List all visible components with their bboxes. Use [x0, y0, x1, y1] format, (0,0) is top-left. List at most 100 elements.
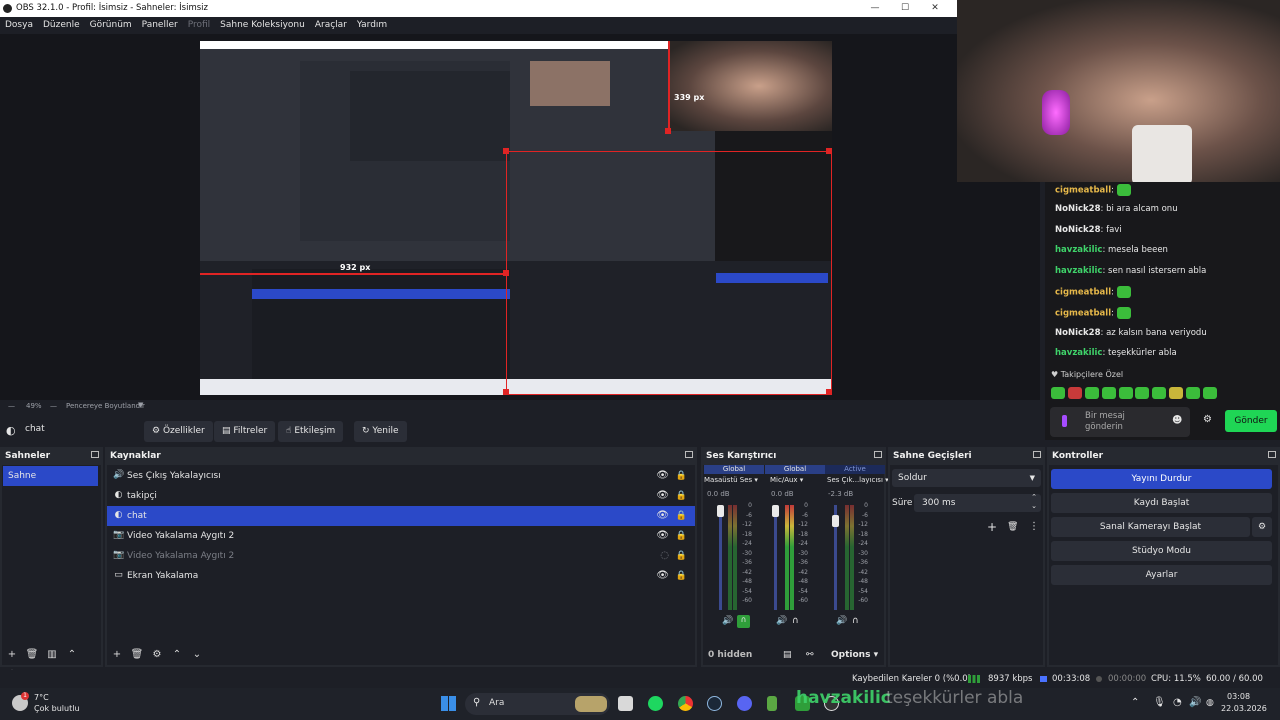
emote-icon[interactable] — [1067, 387, 1082, 399]
program-preview[interactable]: 339 px 932 px — [200, 41, 832, 395]
visibility-icon[interactable]: 👁 — [656, 486, 669, 506]
menu-docks[interactable]: Paneller — [137, 17, 183, 34]
menu-help[interactable]: Yardım — [352, 17, 392, 34]
interact-button[interactable]: ☝ Etkileşim — [278, 421, 344, 442]
filters-button[interactable]: ▤ Filtreler — [214, 421, 276, 442]
send-button[interactable]: Gönder — [1225, 410, 1277, 432]
resize-handle-bl[interactable] — [503, 389, 509, 395]
resize-handle-tl[interactable] — [503, 148, 509, 154]
source-item[interactable]: ◐ takipçi 👁 🔒 — [107, 486, 695, 506]
trash-icon[interactable]: 🗑 — [1007, 522, 1018, 532]
source-item[interactable]: 📷 Video Yakalama Aygıtı 2 ◌ 🔒 — [107, 546, 695, 566]
chevron-up-icon[interactable]: ⌃ — [1131, 697, 1139, 708]
layout-icon[interactable]: ▤ — [783, 645, 792, 665]
emote-icon[interactable] — [1101, 387, 1116, 399]
duration-input[interactable]: 300 ms ⌃ ⌄ — [914, 493, 1041, 512]
float-icon[interactable] — [685, 451, 693, 458]
lock-icon[interactable]: 🔒 — [676, 566, 687, 586]
mute-icon[interactable]: 🔊 — [836, 616, 847, 626]
move-up-icon[interactable]: ⌃ — [62, 645, 82, 665]
visibility-icon[interactable]: 👁 — [656, 526, 669, 546]
clock-date[interactable]: 22.03.2026 — [1221, 704, 1267, 713]
menu-view[interactable]: Görünüm — [85, 17, 137, 34]
menu-tools[interactable]: Araçlar — [310, 17, 352, 34]
zoom-plus-icon[interactable]: — — [50, 402, 57, 410]
options-button[interactable]: Options ▾ — [831, 645, 878, 665]
stop-streaming-button[interactable]: Yayını Durdur — [1051, 469, 1272, 489]
resize-handle-t[interactable] — [665, 128, 671, 134]
fit-to-window[interactable]: Pencereye Boyutlandır — [66, 402, 145, 410]
float-icon[interactable] — [1033, 451, 1041, 458]
studio-mode-button[interactable]: Stüdyo Modu — [1051, 541, 1272, 561]
wifi-icon[interactable]: ◔ — [1173, 697, 1182, 708]
monitor-headphones-icon[interactable]: ∩ — [852, 616, 859, 626]
monitor-headphones-icon[interactable]: ∩ — [737, 615, 750, 628]
emote-icon[interactable] — [1118, 387, 1133, 399]
transition-select[interactable]: Soldur ▼ — [892, 469, 1041, 487]
emote-icon[interactable] — [1169, 387, 1184, 399]
filter-icon[interactable]: ▥ — [42, 645, 62, 665]
channel-name[interactable]: Masaüstü Ses ▾ — [704, 476, 758, 484]
emoji-icon[interactable]: ☻ — [1172, 415, 1182, 426]
move-down-icon[interactable]: ⌄ — [187, 645, 207, 665]
lock-icon[interactable]: 🔒 — [676, 486, 687, 506]
source-item[interactable]: ▭ Ekran Yakalama 👁 🔒 — [107, 566, 695, 586]
chat-input[interactable]: Bir mesaj gönderin ☻ — [1050, 407, 1190, 437]
zoom-level[interactable]: 49% — [26, 402, 42, 410]
spotify-icon[interactable] — [648, 696, 663, 711]
emote-icon[interactable] — [1051, 387, 1065, 399]
link-icon[interactable]: ⚯ — [806, 645, 814, 665]
source-item[interactable]: ◐ chat 👁 🔒 — [107, 506, 695, 526]
monitor-headphones-icon[interactable]: ∩ — [792, 616, 799, 626]
volume-knob[interactable] — [717, 505, 724, 517]
emote-icon[interactable] — [1135, 387, 1150, 399]
source-item[interactable]: 📷 Video Yakalama Aygıtı 2 👁 🔒 — [107, 526, 695, 546]
mic-icon[interactable]: 🎙 — [1153, 697, 1166, 708]
add-icon[interactable]: + — [2, 645, 22, 665]
mute-icon[interactable]: 🔊 — [722, 616, 733, 626]
search-box[interactable]: ⚲ Ara — [465, 693, 610, 715]
resize-handle-tr[interactable] — [826, 148, 832, 154]
emote-icon[interactable] — [1186, 387, 1200, 399]
refresh-button[interactable]: ↻ Yenile — [354, 421, 407, 442]
visibility-icon[interactable]: 👁 — [656, 466, 669, 486]
volume-knob[interactable] — [832, 515, 839, 527]
chevron-down-icon[interactable]: ▼ — [138, 401, 143, 409]
globe-icon[interactable]: ◍ — [1206, 698, 1214, 708]
windows-start-icon[interactable] — [441, 696, 456, 711]
start-virtual-camera-button[interactable]: Sanal Kamerayı Başlat — [1051, 517, 1250, 537]
lock-icon[interactable]: 🔒 — [676, 466, 687, 486]
hidden-icon[interactable]: ◌ — [660, 546, 669, 566]
start-recording-button[interactable]: Kaydı Başlat — [1051, 493, 1272, 513]
float-icon[interactable] — [91, 451, 99, 458]
lock-icon[interactable]: 🔒 — [676, 546, 687, 566]
clock-time[interactable]: 03:08 — [1227, 692, 1250, 701]
virtual-camera-settings-icon[interactable]: ⚙ — [1252, 517, 1272, 537]
properties-button[interactable]: ⚙ Özellikler — [144, 421, 213, 442]
resize-handle-br[interactable] — [826, 389, 832, 395]
lock-icon[interactable]: 🔒 — [676, 526, 687, 546]
mute-icon[interactable]: 🔊 — [776, 616, 787, 626]
source-item[interactable]: 🔊 Ses Çıkış Yakalayıcısı 👁 🔒 — [107, 466, 695, 486]
discord-icon[interactable] — [737, 696, 752, 711]
channel-name[interactable]: Mic/Aux ▾ — [770, 476, 803, 484]
emote-icon[interactable] — [1152, 387, 1167, 399]
lock-icon[interactable]: 🔒 — [676, 506, 687, 526]
move-up-icon[interactable]: ⌃ — [167, 645, 187, 665]
minimize-button[interactable]: — — [860, 0, 890, 17]
volume-slider[interactable] — [719, 505, 722, 610]
gear-icon[interactable]: ⚙ — [147, 645, 167, 665]
trash-icon[interactable]: 🗑 — [22, 645, 42, 665]
add-icon[interactable]: + — [987, 520, 997, 534]
volume-slider[interactable] — [774, 505, 777, 610]
volume-knob[interactable] — [772, 505, 779, 517]
close-button[interactable]: ✕ — [920, 0, 950, 17]
trash-icon[interactable]: 🗑 — [127, 645, 147, 665]
add-icon[interactable]: + — [107, 645, 127, 665]
chrome-icon[interactable] — [678, 696, 693, 711]
channel-name[interactable]: Ses Çık...layıcısı ▾ — [827, 476, 889, 484]
emote-icon[interactable] — [1084, 387, 1099, 399]
visibility-icon[interactable]: 👁 — [656, 506, 669, 526]
scene-item[interactable]: Sahne — [3, 466, 98, 486]
task-view-icon[interactable] — [618, 696, 633, 711]
